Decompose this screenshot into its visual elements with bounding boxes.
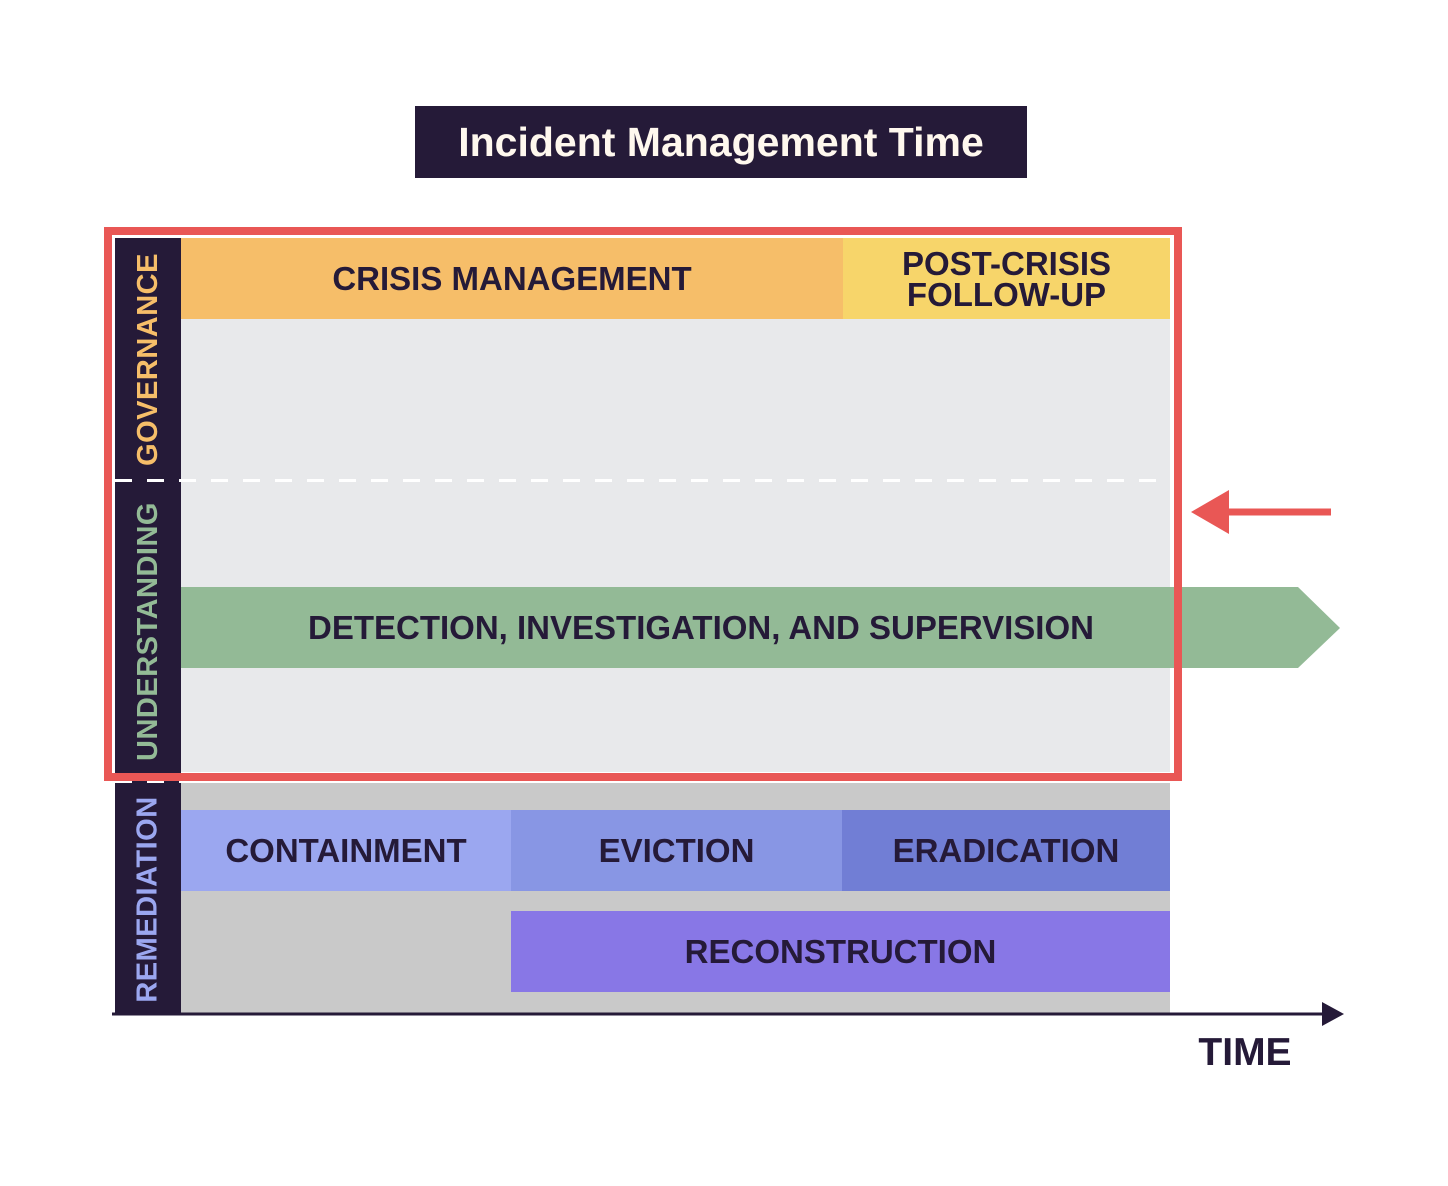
left-arrow-icon xyxy=(1191,490,1331,534)
arrows-layer xyxy=(112,490,1344,1026)
right-arrow-icon xyxy=(1322,1002,1344,1026)
time-axis-label: TIME xyxy=(1198,1031,1292,1074)
time-axis xyxy=(112,1002,1344,1026)
